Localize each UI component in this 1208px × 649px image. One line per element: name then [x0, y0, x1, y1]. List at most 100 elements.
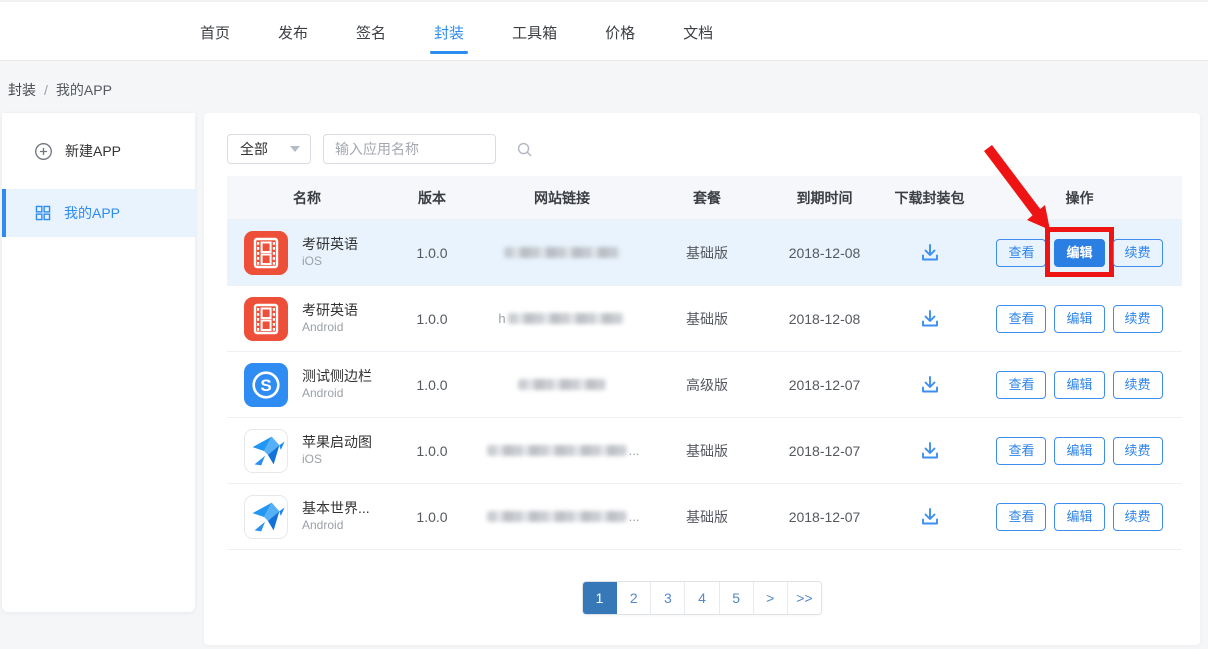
app-platform: Android [302, 320, 358, 335]
action-button[interactable]: 查看 [996, 437, 1046, 465]
app-icon: S [244, 363, 288, 407]
table-row: S 基本世界... Android 1.0.0 ... 基础版 20 [227, 484, 1182, 550]
action-button[interactable]: 续费 [1113, 437, 1163, 465]
download-icon[interactable] [918, 373, 942, 397]
pagination-item-3[interactable]: 4 [685, 582, 719, 614]
app-name-cell: S 考研英语 iOS [227, 231, 387, 275]
download-cell [882, 439, 977, 463]
download-icon[interactable] [918, 307, 942, 331]
app-url-redacted [477, 247, 647, 258]
action-button[interactable]: 编辑 [1054, 305, 1104, 333]
expire-date: 2018-12-07 [767, 509, 882, 525]
sidebar-item-new-app[interactable]: 新建APP [2, 127, 195, 175]
app-url-redacted: ... [477, 443, 647, 458]
expire-date: 2018-12-07 [767, 377, 882, 393]
main-panel: 全部 名称版本网站链接套餐到期时间下载封装包操作 [204, 113, 1200, 645]
action-button[interactable]: 查看 [996, 239, 1046, 267]
app-name: 考研英语 [302, 236, 358, 254]
download-icon[interactable] [918, 505, 942, 529]
app-platform: Android [302, 386, 372, 401]
app-platform: iOS [302, 452, 372, 467]
action-button[interactable]: 续费 [1113, 305, 1163, 333]
nav-item-6[interactable]: 文档 [683, 3, 713, 60]
action-button[interactable]: 编辑 [1054, 437, 1104, 465]
app-name: 苹果启动图 [302, 434, 372, 452]
column-header-3: 套餐 [647, 188, 767, 208]
url-blur-bar [508, 313, 624, 324]
column-header-1: 版本 [387, 188, 477, 208]
pagination-item-2[interactable]: 3 [651, 582, 685, 614]
search-icon[interactable] [516, 141, 533, 158]
app-version: 1.0.0 [387, 377, 477, 393]
nav-item-2[interactable]: 签名 [356, 3, 386, 60]
breadcrumb: 封装 / 我的APP [8, 80, 112, 100]
category-dropdown[interactable]: 全部 [227, 134, 311, 164]
app-version: 1.0.0 [387, 509, 477, 525]
action-button[interactable]: 查看 [996, 371, 1046, 399]
action-button[interactable]: 编辑 [1054, 371, 1104, 399]
url-blur-bar [487, 445, 627, 456]
nav-item-5[interactable]: 价格 [605, 3, 635, 60]
url-visible-suffix: ... [629, 443, 640, 458]
pagination-item-4[interactable]: 5 [720, 582, 754, 614]
action-button[interactable]: 查看 [996, 503, 1046, 531]
nav-item-4[interactable]: 工具箱 [512, 3, 557, 60]
pagination-item-1[interactable]: 2 [617, 582, 651, 614]
app-table: 名称版本网站链接套餐到期时间下载封装包操作 S [227, 176, 1182, 550]
table-row: S 考研英语 iOS 1.0.0 基础版 2018-12-08 [227, 220, 1182, 286]
sidebar: 新建APP 我的APP [2, 113, 195, 612]
download-cell [882, 241, 977, 265]
app-plan: 基础版 [647, 243, 767, 263]
column-header-6: 操作 [977, 188, 1182, 208]
nav-item-1[interactable]: 发布 [278, 3, 308, 60]
action-button[interactable]: 续费 [1113, 503, 1163, 531]
svg-text:S: S [260, 376, 271, 395]
app-plan: 高级版 [647, 375, 767, 395]
url-visible-prefix: h [498, 311, 505, 326]
table-row: S 考研英语 Android 1.0.0 h 基础版 2018-12 [227, 286, 1182, 352]
app-platform: Android [302, 518, 370, 533]
action-button[interactable]: 续费 [1113, 371, 1163, 399]
url-blur-bar [518, 379, 606, 390]
action-button[interactable]: 查看 [996, 305, 1046, 333]
url-blur-bar [487, 511, 627, 522]
app-platform: iOS [302, 254, 358, 269]
download-cell [882, 373, 977, 397]
app-url-redacted: h [477, 311, 647, 326]
actions-cell: 查看编辑续费 [977, 239, 1182, 267]
app-version: 1.0.0 [387, 443, 477, 459]
app-name: 基本世界... [302, 500, 370, 518]
table-row: S 测试侧边栏 Android 1.0.0 高级版 2018-12 [227, 352, 1182, 418]
expire-date: 2018-12-08 [767, 311, 882, 327]
expire-date: 2018-12-07 [767, 443, 882, 459]
app-name: 考研英语 [302, 302, 358, 320]
nav-item-0[interactable]: 首页 [200, 3, 230, 60]
app-version: 1.0.0 [387, 311, 477, 327]
pagination-item-6[interactable]: >> [788, 582, 821, 614]
pagination-item-5[interactable]: > [754, 582, 788, 614]
search-input[interactable] [335, 141, 516, 157]
plus-circle-icon [34, 142, 53, 161]
action-button[interactable]: 编辑 [1054, 503, 1104, 531]
pagination: 12345>>> [582, 581, 822, 615]
sidebar-item-label: 我的APP [64, 203, 120, 223]
actions-cell: 查看编辑续费 [977, 305, 1182, 333]
app-url-redacted [477, 379, 647, 390]
nav-item-3[interactable]: 封装 [434, 3, 464, 60]
table-body: S 考研英语 iOS 1.0.0 基础版 2018-12-08 [227, 220, 1182, 550]
url-blur-bar [504, 247, 620, 258]
url-visible-suffix: ... [629, 509, 640, 524]
app-version: 1.0.0 [387, 245, 477, 261]
action-button[interactable]: 编辑 [1054, 239, 1104, 267]
download-icon[interactable] [918, 439, 942, 463]
download-cell [882, 505, 977, 529]
action-button[interactable]: 续费 [1113, 239, 1163, 267]
breadcrumb-section[interactable]: 封装 [8, 80, 36, 100]
sidebar-item-my-app[interactable]: 我的APP [2, 189, 195, 237]
app-icon: S [244, 429, 288, 473]
pagination-item-0[interactable]: 1 [583, 582, 617, 614]
app-plan: 基础版 [647, 309, 767, 329]
chevron-down-icon [290, 146, 300, 152]
download-icon[interactable] [918, 241, 942, 265]
grid-icon [34, 204, 52, 222]
